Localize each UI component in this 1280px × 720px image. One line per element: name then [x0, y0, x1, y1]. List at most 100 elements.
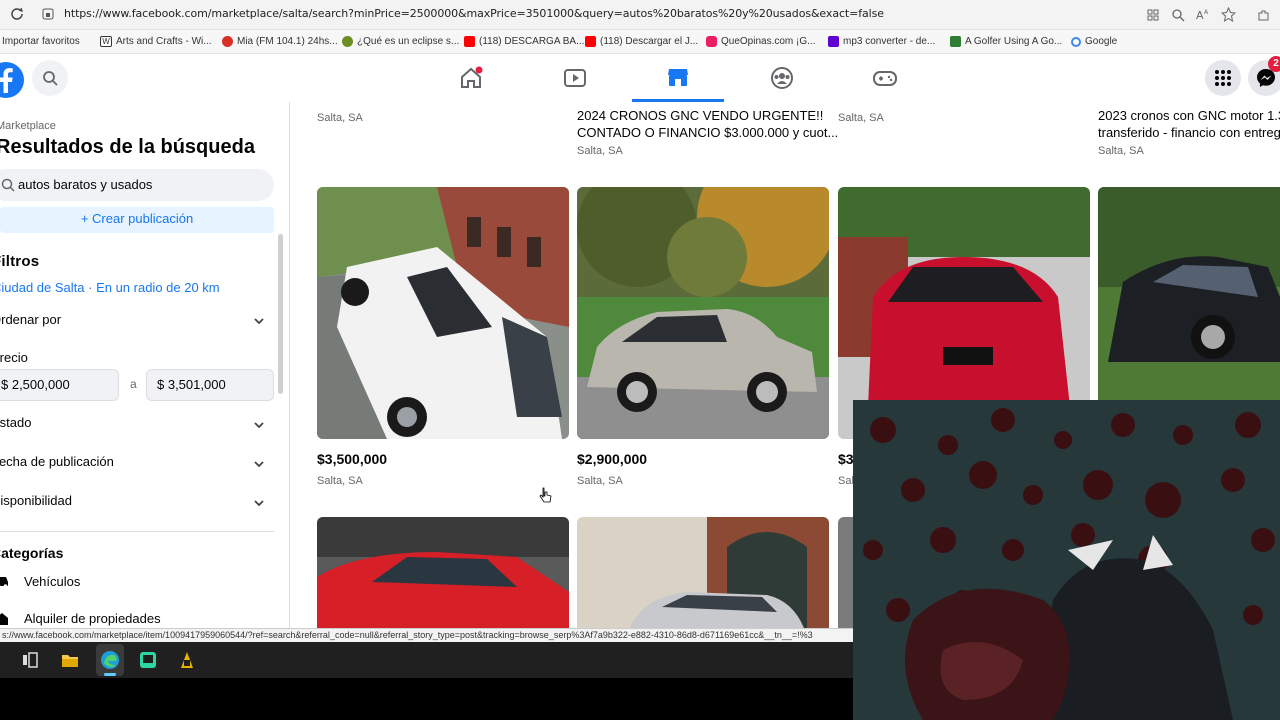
category-vehicles[interactable]: Vehículos	[0, 572, 264, 592]
nav-watch[interactable]	[523, 54, 627, 102]
file-explorer-icon[interactable]	[61, 651, 79, 669]
search-button[interactable]	[32, 60, 68, 96]
webcam-overlay	[853, 400, 1280, 720]
listing-title[interactable]: 2024 CRONOS GNC VENDO URGENTE!!	[577, 107, 823, 124]
listing-car-image	[317, 187, 569, 439]
category-label: Alquiler de propiedades	[24, 611, 161, 626]
app-available-icon[interactable]	[1146, 8, 1160, 22]
category-property-rentals[interactable]: Alquiler de propiedades	[0, 610, 264, 630]
bookmark-label: QueOpinas.com ¡G...	[721, 36, 816, 47]
marketplace-sidebar: Marketplace Resultados de la búsqueda au…	[0, 102, 290, 628]
listing-title[interactable]: CONTADO O FINANCIO $3.000.000 y cuot...	[577, 124, 838, 141]
price-separator: a	[130, 377, 137, 391]
edge-browser-icon	[101, 651, 119, 669]
listing-photo[interactable]	[317, 187, 569, 439]
black-bar	[0, 678, 855, 720]
marketplace-icon	[668, 68, 688, 86]
listing-price[interactable]: $3,500,000	[317, 451, 387, 467]
bookmark-item[interactable]: W Arts and Crafts - Wi...	[100, 36, 212, 47]
nav-home[interactable]	[419, 54, 523, 102]
condition-label[interactable]: Estado	[0, 415, 31, 430]
reload-icon[interactable]	[10, 7, 24, 21]
bookmark-item[interactable]: mp3 converter - de...	[828, 36, 935, 47]
link-preview-status: s://www.facebook.com/marketplace/item/10…	[0, 628, 855, 642]
bookmark-item[interactable]: (118) Descargar el J...	[585, 36, 698, 47]
facebook-logo-icon[interactable]	[0, 60, 26, 100]
url-field[interactable]: https://www.facebook.com/marketplace/sal…	[64, 7, 884, 20]
nav-groups[interactable]	[730, 54, 834, 102]
listing-title[interactable]: transferido - financio con entreg	[1098, 124, 1280, 141]
bookmark-item[interactable]: ¿Qué es un eclipse s...	[342, 36, 459, 47]
sort-label[interactable]: Ordenar por	[0, 312, 61, 327]
search-input[interactable]: autos baratos y usados	[18, 177, 152, 192]
max-price-input[interactable]: $ 3,501,000	[146, 369, 274, 401]
bookmark-item[interactable]: Importar favoritos	[2, 36, 80, 47]
messenger-badge: 2	[1268, 56, 1280, 72]
taskbar	[0, 642, 855, 678]
bookmark-label: A Golfer Using A Go...	[965, 36, 1063, 47]
home-icon	[461, 66, 483, 88]
availability-label[interactable]: Disponibilidad	[0, 493, 72, 508]
taskbar-edge-active[interactable]	[96, 644, 124, 676]
max-price-value: $ 3,501,000	[157, 377, 226, 392]
gaming-icon	[873, 71, 897, 86]
bookmark-label: (118) DESCARGA BA...	[479, 36, 585, 47]
bookmark-label: mp3 converter - de...	[843, 36, 936, 47]
read-aloud-icon[interactable]: AA	[1196, 8, 1210, 22]
listing-photo[interactable]	[577, 187, 829, 439]
bookmark-item[interactable]: A Golfer Using A Go...	[950, 36, 1062, 47]
listing-location: Salta, SA	[317, 112, 363, 124]
listing-price[interactable]: $3	[838, 451, 854, 467]
eclipse-site-icon	[342, 36, 353, 47]
location-filter[interactable]: Ciudad de Salta · En un radio de 20 km	[0, 280, 220, 295]
browser-address-bar: https://www.facebook.com/marketplace/sal…	[0, 0, 1280, 30]
bookmark-label: Google	[1085, 36, 1118, 47]
task-view-icon[interactable]	[22, 652, 38, 668]
wikipedia-icon: W	[100, 36, 112, 47]
active-indicator	[104, 673, 116, 676]
listing-photo[interactable]	[317, 517, 569, 628]
menu-button[interactable]	[1205, 60, 1241, 96]
listing-price[interactable]: $2,900,000	[577, 451, 647, 467]
recorder-app-icon[interactable]	[178, 650, 196, 670]
min-price-input[interactable]: $ 2,500,000	[0, 369, 119, 401]
create-listing-button[interactable]: + Crear publicación	[0, 207, 274, 233]
car-icon	[0, 577, 8, 588]
listing-location: Salta, SA	[317, 475, 363, 487]
categories-title: Categorías	[0, 545, 64, 561]
favorite-star-icon[interactable]	[1221, 7, 1236, 22]
listing-location: Salta, SA	[838, 112, 884, 124]
search-icon	[43, 71, 58, 86]
listing-photo[interactable]	[577, 517, 829, 628]
listing-car-image	[577, 517, 829, 628]
nav-marketplace[interactable]	[632, 54, 724, 102]
sidebar-scrollbar[interactable]	[278, 234, 283, 394]
bookmark-item[interactable]: (118) DESCARGA BA...	[464, 36, 584, 47]
chevron-down-icon[interactable]	[254, 316, 264, 326]
marketplace-search-field[interactable]: autos baratos y usados	[0, 169, 274, 201]
terminal-app-icon[interactable]	[139, 651, 157, 669]
site-info-icon[interactable]	[42, 8, 54, 20]
yahoo-icon	[828, 36, 839, 47]
chevron-down-icon[interactable]	[254, 420, 264, 430]
bookmark-item[interactable]: QueOpinas.com ¡G...	[706, 36, 815, 47]
svg-text:A: A	[1196, 9, 1204, 22]
create-listing-label: + Crear publicación	[80, 211, 194, 226]
chevron-down-icon[interactable]	[254, 459, 264, 469]
chevron-down-icon[interactable]	[254, 498, 264, 508]
listing-car-image	[317, 517, 569, 628]
listing-location: Salta, SA	[1098, 145, 1144, 157]
extensions-icon[interactable]	[1256, 8, 1270, 22]
nav-gaming[interactable]	[833, 54, 937, 102]
bookmark-item[interactable]: Google	[1071, 36, 1117, 47]
date-listed-label[interactable]: Fecha de publicación	[0, 454, 114, 469]
apps-grid-icon	[1215, 70, 1231, 86]
bookmark-label: Mia (FM 104.1) 24hs...	[237, 36, 338, 47]
bookmark-label: (118) Descargar el J...	[600, 36, 699, 47]
bookmark-label: ¿Qué es un eclipse s...	[357, 36, 460, 47]
zoom-icon[interactable]	[1171, 8, 1185, 22]
listing-title[interactable]: 2023 cronos con GNC motor 1.3	[1098, 107, 1280, 124]
webcam-feed-image	[853, 400, 1280, 720]
bookmark-item[interactable]: Mia (FM 104.1) 24hs...	[222, 36, 338, 47]
google-icon	[1071, 36, 1081, 47]
